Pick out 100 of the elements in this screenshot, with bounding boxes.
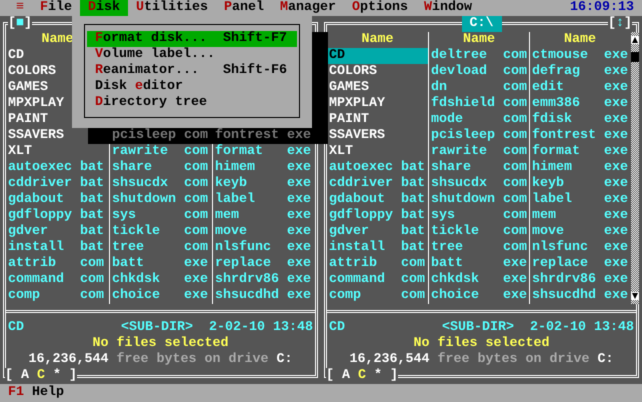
file-entry[interactable]: batt exe xyxy=(110,256,212,272)
file-entry[interactable]: XLT xyxy=(327,144,428,160)
file-entry[interactable]: shrdrv86 exe xyxy=(530,272,630,288)
file-entry[interactable]: cddriver bat xyxy=(6,176,109,192)
file-entry[interactable]: himem exe xyxy=(213,160,315,176)
file-entry[interactable]: attrib com xyxy=(327,256,428,272)
file-entry[interactable]: shsucdx com xyxy=(429,176,529,192)
file-entry[interactable]: gdver bat xyxy=(6,224,109,240)
menu-option[interactable]: Format disk... Shift-F7 xyxy=(87,31,297,47)
file-entry[interactable]: nlsfunc exe xyxy=(530,240,630,256)
file-entry[interactable]: chkdsk exe xyxy=(429,272,529,288)
scroll-down-icon[interactable] xyxy=(631,292,639,300)
file-entry[interactable]: choice exe xyxy=(429,288,529,304)
file-entry[interactable]: gdfloppy bat xyxy=(327,208,428,224)
file-entry[interactable]: mem exe xyxy=(213,208,315,224)
file-entry[interactable]: move exe xyxy=(530,224,630,240)
file-entry[interactable]: choice exe xyxy=(110,288,212,304)
file-entry[interactable]: comp com xyxy=(6,288,109,304)
maximize-button[interactable]: [■] xyxy=(8,16,32,32)
file-entry[interactable]: tickle com xyxy=(110,224,212,240)
file-entry[interactable]: format exe xyxy=(213,144,315,160)
sort-button[interactable]: [↕] xyxy=(608,16,632,32)
file-entry[interactable]: autoexec bat xyxy=(327,160,428,176)
drive-button[interactable]: C xyxy=(358,368,366,384)
menu-item[interactable]: ≡ xyxy=(8,0,32,16)
file-entry[interactable]: install bat xyxy=(6,240,109,256)
file-entry[interactable]: replace exe xyxy=(213,256,315,272)
file-entry[interactable]: sys com xyxy=(110,208,212,224)
file-entry[interactable]: shutdown com xyxy=(429,192,529,208)
menu-option[interactable]: Directory tree xyxy=(87,95,297,111)
file-entry[interactable]: tree com xyxy=(429,240,529,256)
file-entry[interactable]: dn com xyxy=(429,80,529,96)
file-entry[interactable]: share com xyxy=(110,160,212,176)
drive-button[interactable]: A xyxy=(21,368,29,384)
file-entry[interactable]: comp com xyxy=(327,288,428,304)
menu-item[interactable]: Options xyxy=(344,0,416,16)
file-entry[interactable]: rawrite com xyxy=(429,144,529,160)
file-entry[interactable]: command com xyxy=(327,272,428,288)
file-entry[interactable]: cddriver bat xyxy=(327,176,428,192)
file-entry[interactable]: GAMES xyxy=(327,80,428,96)
menu-option[interactable]: Disk editor xyxy=(87,79,297,95)
menu-item[interactable]: Window xyxy=(416,0,480,16)
file-entry[interactable]: deltree com xyxy=(429,48,529,64)
file-entry[interactable]: label exe xyxy=(213,192,315,208)
file-entry[interactable]: share com xyxy=(429,160,529,176)
file-entry[interactable]: shutdown com xyxy=(110,192,212,208)
file-entry[interactable]: format exe xyxy=(530,144,630,160)
file-entry[interactable]: fontrest exe xyxy=(530,128,630,144)
file-entry[interactable]: keyb exe xyxy=(530,176,630,192)
file-entry[interactable]: shsucdhd exe xyxy=(213,288,315,304)
file-entry[interactable]: tree com xyxy=(110,240,212,256)
menu-item[interactable]: File xyxy=(32,0,80,16)
file-entry[interactable]: emm386 exe xyxy=(530,96,630,112)
file-entry[interactable]: fdshield com xyxy=(429,96,529,112)
file-entry[interactable]: SSAVERS xyxy=(327,128,428,144)
menu-item[interactable]: Disk xyxy=(80,0,128,16)
drive-button[interactable]: * xyxy=(53,368,61,384)
file-entry[interactable]: fdisk exe xyxy=(530,112,630,128)
file-entry[interactable]: replace exe xyxy=(530,256,630,272)
file-entry[interactable]: mem exe xyxy=(530,208,630,224)
file-entry[interactable]: devload com xyxy=(429,64,529,80)
file-entry[interactable]: mode com xyxy=(429,112,529,128)
file-entry[interactable]: MPXPLAY xyxy=(327,96,428,112)
file-entry[interactable]: XLT xyxy=(6,144,109,160)
file-entry[interactable]: attrib com xyxy=(6,256,109,272)
file-entry[interactable]: batt exe xyxy=(429,256,529,272)
file-entry[interactable]: edit exe xyxy=(530,80,630,96)
file-entry[interactable]: shrdrv86 exe xyxy=(213,272,315,288)
drive-button[interactable]: A xyxy=(342,368,350,384)
file-entry[interactable]: PAINT xyxy=(327,112,428,128)
file-entry[interactable]: gdabout bat xyxy=(327,192,428,208)
file-entry[interactable]: rawrite com xyxy=(110,144,212,160)
file-entry[interactable]: nlsfunc exe xyxy=(213,240,315,256)
scroll-up-icon[interactable] xyxy=(631,36,639,44)
file-entry[interactable]: COLORS xyxy=(327,64,428,80)
file-entry[interactable]: SSAVERS xyxy=(6,128,109,144)
file-entry[interactable]: tickle com xyxy=(429,224,529,240)
file-entry[interactable]: chkdsk exe xyxy=(110,272,212,288)
scrollbar[interactable] xyxy=(631,32,639,304)
file-entry[interactable]: CD xyxy=(327,48,428,64)
file-entry[interactable]: gdfloppy bat xyxy=(6,208,109,224)
file-entry[interactable]: ctmouse exe xyxy=(530,48,630,64)
file-entry[interactable]: autoexec bat xyxy=(6,160,109,176)
menu-option[interactable]: Volume label... xyxy=(87,47,297,63)
file-entry[interactable]: gdabout bat xyxy=(6,192,109,208)
file-entry[interactable]: shsucdhd exe xyxy=(530,288,630,304)
file-entry[interactable]: move exe xyxy=(213,224,315,240)
drive-button[interactable]: * xyxy=(374,368,382,384)
menu-item[interactable]: Manager xyxy=(272,0,344,16)
file-entry[interactable]: install bat xyxy=(327,240,428,256)
file-entry[interactable]: defrag exe xyxy=(530,64,630,80)
file-entry[interactable]: sys com xyxy=(429,208,529,224)
menu-option[interactable]: Reanimator... Shift-F6 xyxy=(87,63,297,79)
file-entry[interactable]: pcisleep com xyxy=(429,128,529,144)
file-entry[interactable]: keyb exe xyxy=(213,176,315,192)
file-entry[interactable]: command com xyxy=(6,272,109,288)
file-entry[interactable]: gdver bat xyxy=(327,224,428,240)
file-entry[interactable]: himem exe xyxy=(530,160,630,176)
file-entry[interactable]: shsucdx com xyxy=(110,176,212,192)
drive-button[interactable]: C xyxy=(37,368,45,384)
